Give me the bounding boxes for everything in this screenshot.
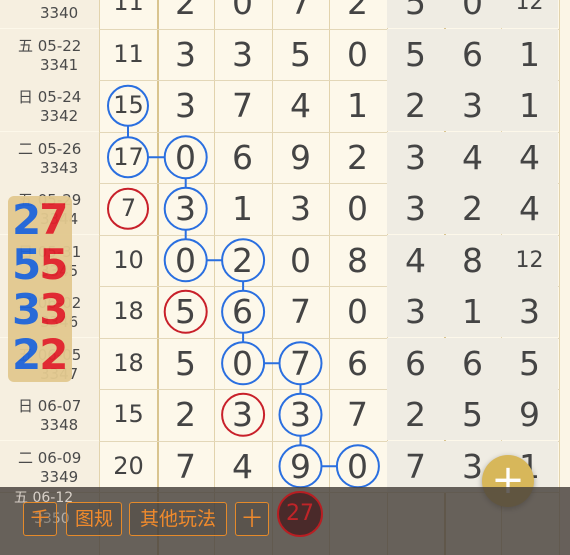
badge-pair-2: 55 — [12, 240, 68, 289]
number-badge[interactable]: 27 55 33 22 — [8, 196, 72, 382]
badge-digit: 5 — [12, 240, 41, 289]
result-circle[interactable]: 27 — [277, 491, 323, 537]
badge-digit: 3 — [12, 285, 41, 334]
trend-circle — [221, 289, 266, 334]
trend-circle — [163, 238, 208, 283]
badge-digit: 2 — [12, 330, 41, 379]
trend-circle — [278, 392, 323, 437]
badge-digit: 3 — [39, 285, 68, 334]
sum-trend-circle — [107, 136, 149, 179]
sum-hit-circle — [107, 187, 149, 230]
trend-circle — [278, 444, 323, 489]
trend-circle — [278, 341, 323, 386]
badge-digit: 5 — [39, 240, 68, 289]
other-modes-button[interactable]: 其他玩法 — [129, 502, 227, 536]
badge-pair-4: 22 — [12, 330, 68, 379]
trend-circle — [335, 444, 380, 489]
badge-pair-3: 33 — [12, 285, 68, 334]
tens-button[interactable]: 十 — [235, 502, 269, 536]
hit-circle — [163, 289, 208, 334]
hit-circle — [221, 392, 266, 437]
trend-circle — [221, 238, 266, 283]
badge-digit: 7 — [39, 195, 68, 244]
trend-circle — [221, 341, 266, 386]
trend-circle — [163, 186, 208, 231]
badge-pair-1: 27 — [12, 195, 68, 244]
thousands-button[interactable]: 千 — [23, 502, 57, 536]
bottom-toolbar: 五 06-12 3350 千 图规 其他玩法 十 27 — [0, 487, 570, 555]
trend-circle — [163, 135, 208, 180]
badge-digit: 2 — [12, 195, 41, 244]
badge-digit: 2 — [39, 330, 68, 379]
chart-rules-button[interactable]: 图规 — [66, 502, 122, 536]
sum-trend-circle — [107, 84, 149, 127]
